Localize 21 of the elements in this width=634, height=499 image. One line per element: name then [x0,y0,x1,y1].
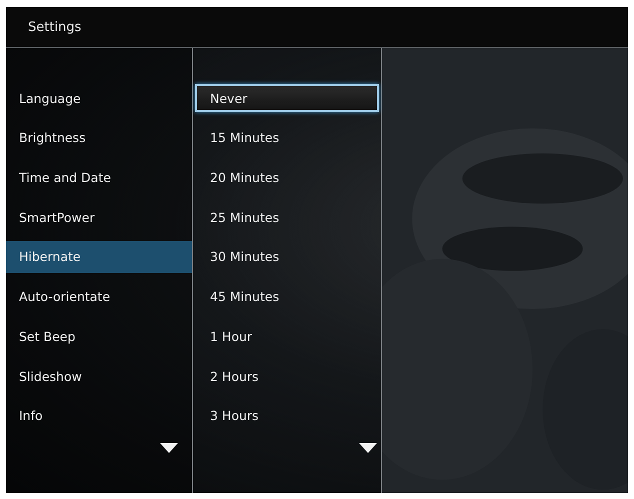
menu-item[interactable]: Auto-orientate [6,280,192,313]
option-item[interactable]: 2 Hours [195,362,379,390]
menu-item[interactable]: Language [6,82,192,114]
menu-item[interactable]: Info [6,400,192,432]
scroll-down-icon[interactable] [160,443,178,453]
option-item[interactable]: 1 Hour [195,322,379,350]
option-item[interactable]: 30 Minutes [195,242,379,271]
menu-item[interactable]: Hibernate [6,240,192,273]
option-item[interactable]: 25 Minutes [195,203,379,232]
menu-item[interactable]: Brightness [6,122,192,154]
menu-item[interactable]: SmartPower [6,201,192,234]
menu-item[interactable]: Time and Date [6,162,192,194]
menu-item[interactable]: Slideshow [6,360,192,392]
option-item[interactable]: Never [195,84,379,112]
option-item[interactable]: 45 Minutes [195,282,379,311]
option-item[interactable]: 15 Minutes [195,124,379,152]
option-item[interactable]: 3 Hours [195,402,379,430]
menu-item[interactable]: Set Beep [6,320,192,352]
option-item[interactable]: 20 Minutes [195,164,379,192]
scroll-down-icon[interactable] [359,443,377,453]
screen-title: Settings [28,20,82,35]
